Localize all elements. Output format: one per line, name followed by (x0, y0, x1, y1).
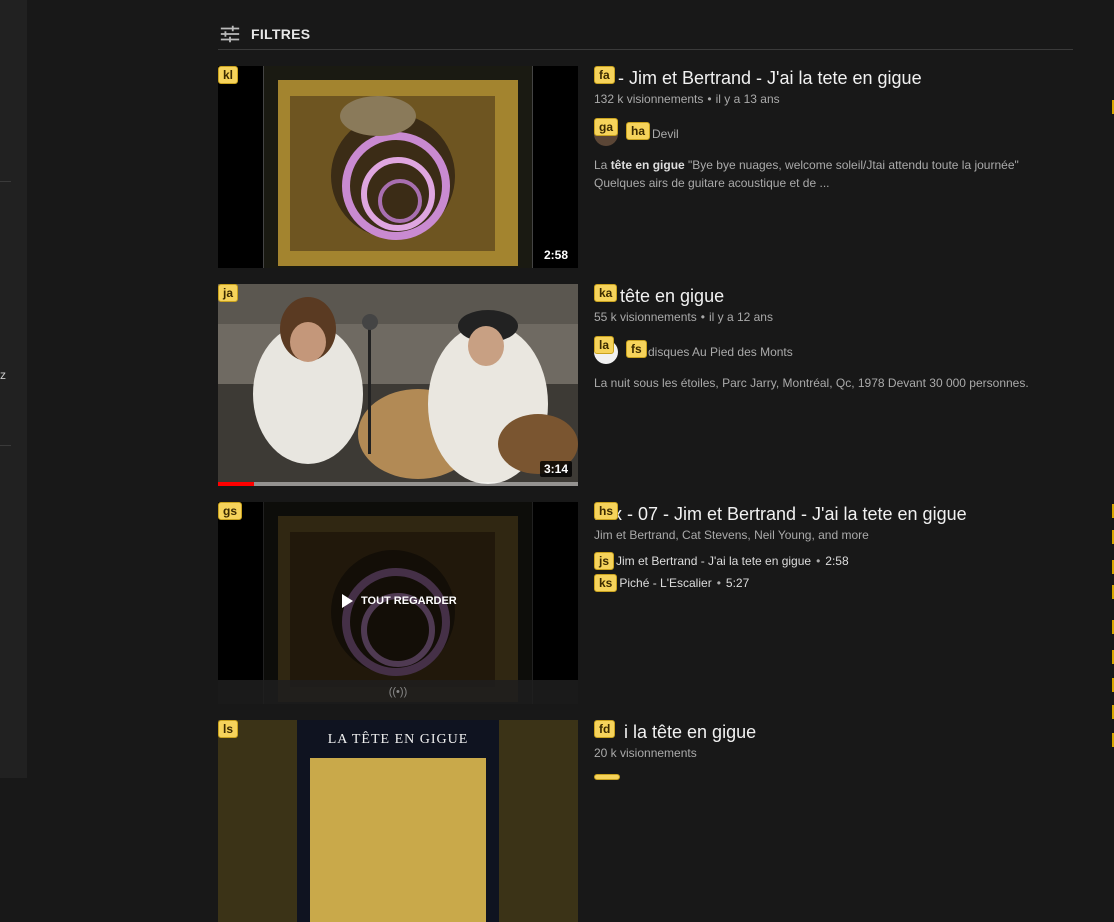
video-description: La tête en gigue "Bye bye nuages, welcom… (594, 158, 1019, 190)
video-meta: 55 k visionnements • il y a 12 ans (594, 310, 773, 324)
filter-bar[interactable]: FILTRES (218, 18, 1073, 50)
video-info: fd i la tête en gigue 20 k visionnements (594, 720, 1073, 784)
thumbnail-image (218, 284, 578, 486)
video-title[interactable]: - Jim et Bertrand - J'ai la tete en gigu… (594, 66, 1073, 90)
thumbnail-image (218, 66, 578, 268)
mix-artists: Jim et Bertrand, Cat Stevens, Neil Young… (594, 528, 869, 542)
title-badge: fd (594, 720, 616, 738)
view-count: 55 k visionnements (594, 310, 697, 324)
video-duration: 2:58 (539, 247, 572, 263)
title-badge: hs (594, 502, 619, 520)
play-icon (342, 594, 353, 608)
view-count: 132 k visionnements (594, 92, 704, 106)
channel-row[interactable]: ga ha Devil (594, 118, 1073, 146)
mix-item[interactable]: js Jim et Bertrand - J'ai la tete en gig… (594, 552, 1073, 570)
channel-name[interactable]: Devil (652, 127, 679, 141)
video-title[interactable]: tête en gigue (594, 284, 1073, 308)
guide-divider (0, 445, 11, 446)
play-all-label: TOUT REGARDER (361, 595, 457, 607)
mix-info: hs Mix - 07 - Jim et Bertrand - J'ai la … (594, 502, 1073, 592)
mix-result[interactable]: TOUT REGARDER ((•)) gs hs Mix - 07 - Jim… (218, 502, 1073, 704)
channel-badge: fs (626, 340, 647, 358)
avatar-badge: la (594, 336, 615, 354)
thumb-badge: ja (218, 284, 239, 302)
filter-label: FILTRES (251, 25, 311, 42)
video-info: fa - Jim et Bertrand - J'ai la tete en g… (594, 66, 1073, 192)
thumb-title-text: LA TÊTE EN GIGUE (327, 732, 469, 747)
upload-age: il y a 12 ans (708, 310, 773, 324)
video-result[interactable]: LA TÊTE EN GIGUE ls fd i la tête en gigu… (218, 720, 1073, 922)
title-badge: ka (594, 284, 618, 302)
guide-divider (0, 181, 11, 182)
mix-title[interactable]: Mix - 07 - Jim et Bertrand - J'ai la tet… (594, 502, 1073, 526)
play-all-button[interactable]: TOUT REGARDER (342, 594, 457, 608)
avatar-badge: ga (594, 118, 619, 136)
watch-progress-fill (218, 482, 254, 486)
video-result[interactable]: ja 3:14 ka tête en gigue 55 k visionneme… (218, 284, 1073, 486)
filter-sliders-icon (220, 25, 240, 42)
channel-row[interactable]: la fs disques Au Pied des Monts (594, 336, 1073, 364)
mix-item-duration: 5:27 (725, 576, 750, 590)
title-badge: fa (594, 66, 615, 84)
mix-item[interactable]: ks Piché - L'Escalier • 5:27 (594, 574, 1073, 592)
mix-item-badge: js (594, 552, 615, 570)
guide-clipped-text: z (0, 368, 6, 382)
video-thumbnail[interactable]: LA TÊTE EN GIGUE ls (218, 720, 578, 922)
guide-sidebar: z (0, 0, 27, 778)
thumb-badge: kl (218, 66, 239, 84)
mix-radio-icon: ((•)) (218, 680, 578, 704)
view-count: 20 k visionnements (594, 746, 697, 760)
video-meta: 132 k visionnements • il y a 13 ans (594, 92, 780, 106)
channel-name[interactable]: disques Au Pied des Monts (648, 345, 793, 359)
video-title[interactable]: i la tête en gigue (594, 720, 1073, 744)
mix-item-title[interactable]: Jim et Bertrand - J'ai la tete en gigue (616, 554, 811, 568)
thumbnail-image (218, 720, 578, 922)
channel-badge (594, 774, 620, 780)
video-meta: 20 k visionnements (594, 744, 1073, 762)
thumb-badge: gs (218, 502, 243, 520)
video-thumbnail[interactable]: kl 2:58 (218, 66, 578, 268)
mix-item-badge: ks (594, 574, 618, 592)
video-info: ka tête en gigue 55 k visionnements • il y… (594, 284, 1073, 392)
watch-progress (218, 482, 578, 486)
upload-age: il y a 13 ans (715, 92, 780, 106)
thumb-badge: ls (218, 720, 239, 738)
video-thumbnail[interactable]: ja 3:14 (218, 284, 578, 486)
mix-thumbnail[interactable]: TOUT REGARDER ((•)) gs (218, 502, 578, 704)
mix-item-duration: 2:58 (825, 554, 849, 568)
play-all-overlay[interactable]: TOUT REGARDER ((•)) (218, 502, 578, 704)
mix-item-title[interactable]: Piché - L'Escalier (619, 576, 711, 590)
channel-badge: ha (626, 122, 651, 140)
video-duration: 3:14 (539, 461, 572, 477)
video-result[interactable]: kl 2:58 fa - Jim et Bertrand - J'ai la t… (218, 66, 1073, 268)
video-description: La nuit sous les étoiles, Parc Jarry, Mo… (594, 376, 1029, 390)
